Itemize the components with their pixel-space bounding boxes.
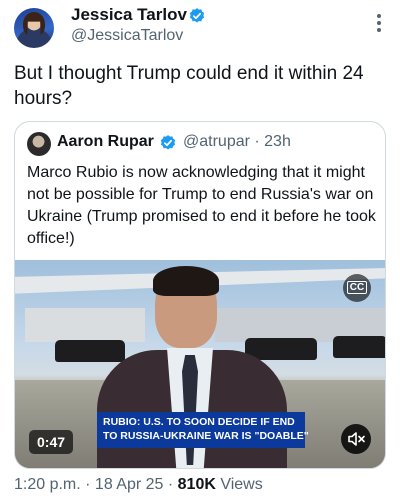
closed-captions-button[interactable]: CC — [343, 274, 371, 302]
quoted-tweet-text: Marco Rubio is now acknowledging that it… — [27, 164, 376, 247]
hangar-building — [25, 308, 145, 342]
news-lower-third: RUBIO: U.S. TO SOON DECIDE IF END TO RUS… — [97, 412, 309, 448]
tweet-timestamp[interactable]: 1:20 p.m. · 18 Apr 25 — [14, 476, 163, 493]
lower-third-line-2: TO RUSSIA-UKRAINE WAR IS "DOABLE" — [103, 430, 309, 442]
quoted-time[interactable]: · 23h — [250, 133, 290, 150]
video-duration: 0:47 — [29, 430, 74, 454]
vehicle — [55, 340, 125, 362]
tweet-text: But I thought Trump could end it within … — [14, 63, 364, 109]
author-avatar[interactable] — [14, 8, 54, 48]
verified-badge-icon — [160, 135, 176, 150]
vehicle — [333, 336, 385, 358]
quoted-author-handle[interactable]: @atrupar · 23h — [183, 133, 291, 151]
views-count: 810K — [177, 476, 216, 493]
quoted-author-avatar[interactable] — [27, 132, 51, 156]
tweet-meta: 1:20 p.m. · 18 Apr 25 · 810K Views — [14, 476, 263, 494]
quoted-handle-text[interactable]: @atrupar — [183, 133, 250, 150]
closed-captions-icon[interactable]: CC — [346, 281, 368, 294]
more-options-icon[interactable] — [376, 14, 382, 34]
muted-speaker-icon[interactable] — [341, 424, 371, 454]
views-label: Views — [215, 476, 263, 493]
quoted-tweet[interactable]: Aaron Rupar @atrupar · 23h Marco Rubio i… — [14, 121, 386, 469]
verified-badge-icon — [189, 8, 205, 23]
author-handle[interactable]: @JessicaTarlov — [71, 27, 183, 45]
meta-separator: · — [163, 476, 178, 493]
quoted-author-name[interactable]: Aaron Rupar — [57, 133, 154, 151]
lower-third-line-1: RUBIO: U.S. TO SOON DECIDE IF END — [103, 416, 295, 428]
speaker-hair — [153, 266, 219, 296]
video-player[interactable]: RUBIO: U.S. TO SOON DECIDE IF END TO RUS… — [15, 260, 385, 468]
author-name[interactable]: Jessica Tarlov — [71, 5, 187, 25]
